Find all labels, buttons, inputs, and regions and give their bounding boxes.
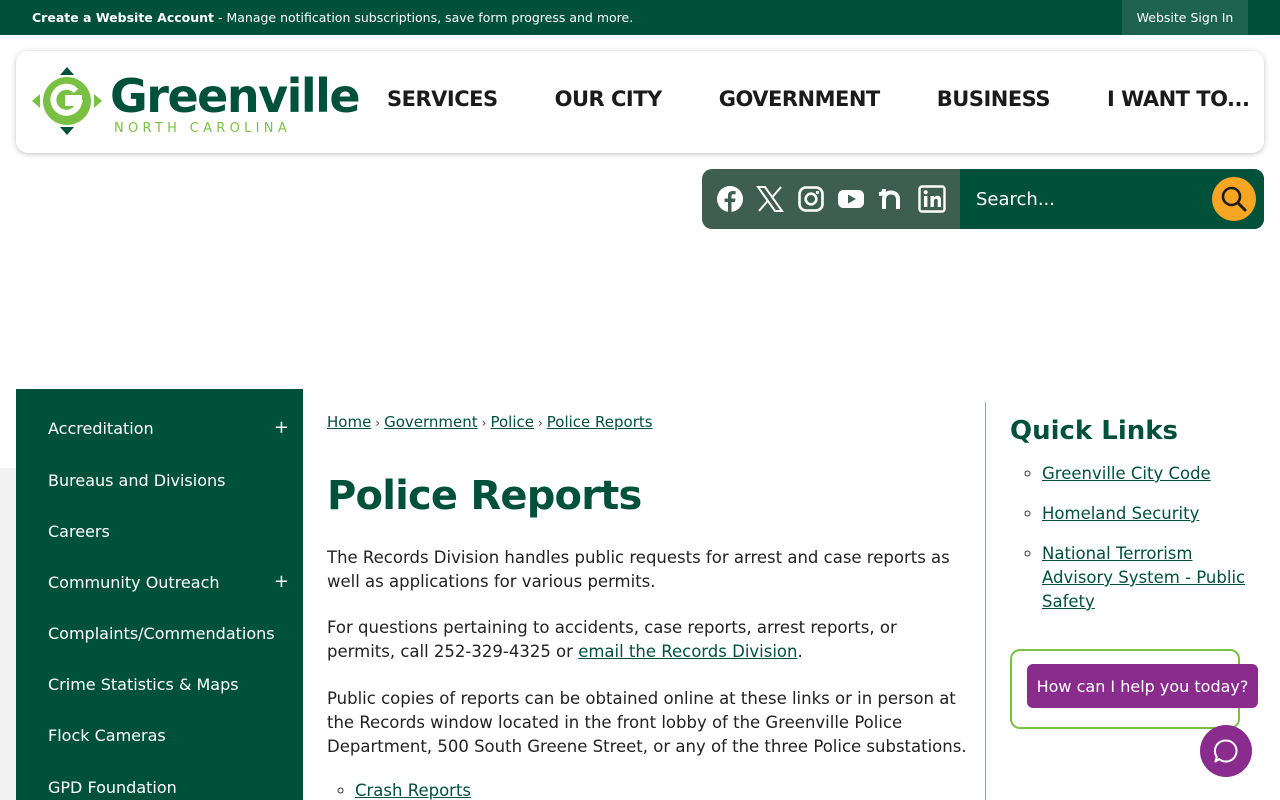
search-button[interactable] (1212, 177, 1256, 221)
email-records-link[interactable]: email the Records Division (578, 642, 797, 661)
site-header: Greenville NORTH CAROLINA SERVICES OUR C… (16, 51, 1264, 153)
instagram-icon[interactable] (797, 185, 825, 213)
main-nav: SERVICES OUR CITY GOVERNMENT BUSINESS I … (387, 87, 1250, 111)
sidebar-item-label: Complaints/Commendations (48, 624, 275, 643)
nav-business[interactable]: BUSINESS (937, 87, 1051, 111)
list-item: Greenville City Code (1042, 462, 1252, 486)
quick-link-homeland-security[interactable]: Homeland Security (1042, 504, 1199, 523)
sidebar-nav: Accreditation + Bureaus and Divisions Ca… (16, 389, 303, 800)
contact-text-end: . (797, 642, 803, 661)
create-account-link[interactable]: Create a Website Account (32, 10, 214, 25)
breadcrumb-home[interactable]: Home (327, 413, 371, 431)
breadcrumb-separator: › (537, 416, 543, 430)
sidebar-item-flock-cameras[interactable]: Flock Cameras (48, 710, 303, 761)
breadcrumb: Home › Government › Police › Police Reports (327, 413, 653, 431)
logo-subtitle: NORTH CAROLINA (114, 121, 292, 136)
intro-paragraph: The Records Division handles public requ… (327, 548, 950, 591)
greenville-emblem-icon (32, 67, 102, 135)
sidebar-item-community-outreach[interactable]: Community Outreach + (48, 557, 303, 608)
sidebar-item-label: Community Outreach (48, 573, 220, 592)
chat-button[interactable] (1200, 725, 1252, 777)
search-icon (1221, 186, 1247, 212)
nav-our-city[interactable]: OUR CITY (555, 87, 663, 111)
quick-link-city-code[interactable]: Greenville City Code (1042, 464, 1211, 483)
sidebar-item-crime-statistics[interactable]: Crime Statistics & Maps (48, 659, 303, 710)
sidebar-item-label: Accreditation (48, 419, 154, 438)
sidebar-item-label: GPD Foundation (48, 778, 177, 797)
logo-wordmark: Greenville (110, 69, 361, 123)
breadcrumb-separator: › (481, 416, 487, 430)
breadcrumb-police-reports[interactable]: Police Reports (547, 413, 653, 431)
sidebar-item-careers[interactable]: Careers (48, 506, 303, 557)
report-links: Crash Reports (355, 781, 471, 800)
sidebar-item-label: Flock Cameras (48, 726, 166, 745)
facebook-icon[interactable] (716, 185, 744, 213)
quick-links-title: Quick Links (1010, 416, 1179, 446)
chat-icon (1213, 739, 1238, 763)
quick-link-ntas[interactable]: National Terrorism Advisory System - Pub… (1042, 544, 1245, 611)
contact-paragraph: For questions pertaining to accidents, c… (327, 616, 967, 664)
copies-paragraph: Public copies of reports can be obtained… (327, 689, 967, 756)
sidebar-item-bureaus[interactable]: Bureaus and Divisions (48, 455, 303, 506)
breadcrumb-police[interactable]: Police (490, 413, 534, 431)
nav-i-want-to[interactable]: I WANT TO... (1107, 87, 1250, 111)
sidebar-item-gpd-foundation[interactable]: GPD Foundation (48, 762, 303, 800)
list-item: National Terrorism Advisory System - Pub… (1042, 542, 1252, 614)
list-item: Crash Reports (355, 781, 471, 800)
account-description: - Manage notification subscriptions, sav… (214, 10, 634, 25)
nav-government[interactable]: GOVERNMENT (719, 87, 881, 111)
nextdoor-icon[interactable] (877, 185, 905, 213)
breadcrumb-separator: › (375, 416, 381, 430)
expand-icon[interactable]: + (274, 417, 289, 438)
breadcrumb-government[interactable]: Government (384, 413, 478, 431)
account-message: Create a Website Account - Manage notifi… (32, 10, 633, 25)
search-input[interactable] (976, 183, 1196, 215)
sidebar-item-label: Careers (48, 522, 110, 541)
youtube-icon[interactable] (837, 185, 865, 213)
page-title: Police Reports (327, 473, 642, 519)
search-box (960, 169, 1264, 229)
sidebar-item-label: Bureaus and Divisions (48, 471, 226, 490)
expand-icon[interactable]: + (274, 571, 289, 592)
sign-in-button[interactable]: Website Sign In (1122, 0, 1248, 35)
top-bar: Create a Website Account - Manage notifi… (0, 0, 1280, 35)
sidebar-item-complaints[interactable]: Complaints/Commendations (48, 608, 303, 659)
chat-prompt[interactable]: How can I help you today? (1027, 664, 1258, 708)
social-search-bar (702, 169, 1264, 229)
site-logo[interactable]: Greenville NORTH CAROLINA (32, 67, 361, 139)
nav-services[interactable]: SERVICES (387, 87, 498, 111)
crash-reports-link[interactable]: Crash Reports (355, 781, 471, 800)
main-content: Home › Government › Police › Police Reports Po… (303, 389, 985, 800)
sidebar-item-label: Crime Statistics & Maps (48, 675, 239, 694)
list-item: Homeland Security (1042, 502, 1252, 526)
x-icon[interactable] (756, 185, 784, 213)
sidebar-item-accreditation[interactable]: Accreditation + (48, 403, 303, 454)
quick-links-list: Greenville City Code Homeland Security N… (1042, 462, 1252, 630)
linkedin-icon[interactable] (918, 185, 946, 213)
